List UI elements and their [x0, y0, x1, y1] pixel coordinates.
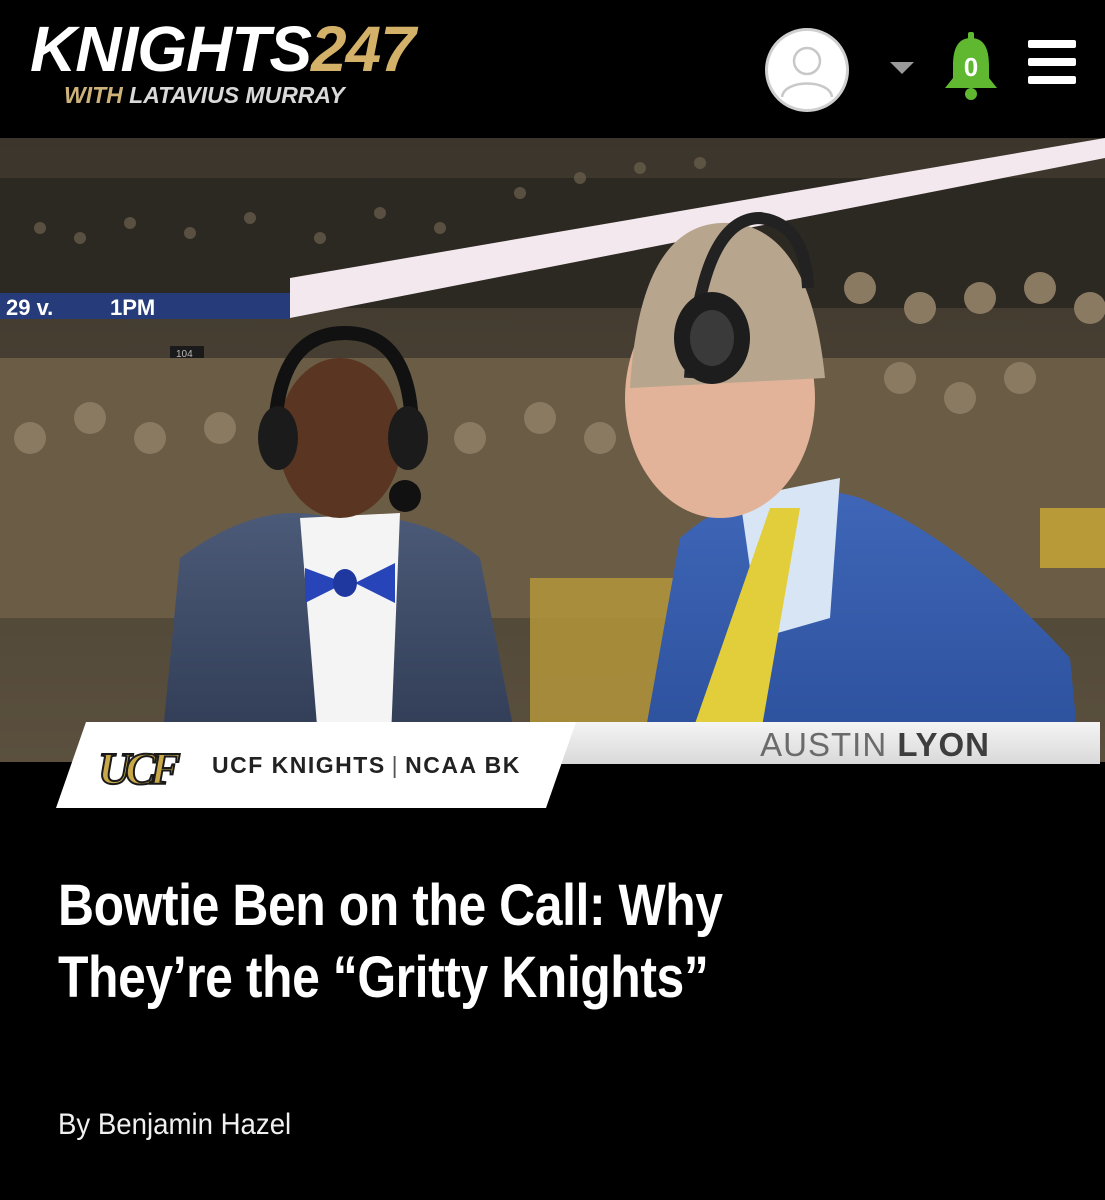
brand-number: 247 — [311, 13, 416, 85]
lower-third-last: LYON — [897, 726, 990, 763]
caret-down-icon[interactable] — [890, 62, 914, 74]
category-label[interactable]: UCF KNIGHTS | NCAA BK — [212, 752, 521, 779]
category-separator: | — [391, 752, 400, 778]
article-byline[interactable]: By Benjamin Hazel — [58, 1108, 291, 1142]
article-title: Bowtie Ben on the Call: Why They’re the … — [58, 870, 1004, 1014]
notification-count: 0 — [963, 52, 979, 82]
brand-partner: LATAVIUS MURRAY — [129, 82, 345, 108]
svg-text:UCF: UCF — [98, 743, 180, 794]
hamburger-menu-icon[interactable] — [1028, 40, 1076, 84]
category-sport[interactable]: NCAA BK — [405, 752, 521, 778]
site-logo[interactable]: KNIGHTS247 WITH LATAVIUS MURRAY — [30, 14, 550, 114]
article-title-line-2: They’re the “Gritty Knights” — [58, 945, 709, 1010]
brand-wordmark: KNIGHTS247 — [30, 13, 416, 85]
scoreboard-time: 1PM — [110, 295, 155, 320]
ucf-logo-icon: UCF — [97, 742, 187, 795]
brand-with: WITH — [64, 82, 123, 108]
scoreboard-text: 29 v. — [6, 295, 53, 320]
notifications-button[interactable]: 0 — [940, 30, 1002, 102]
user-avatar-icon[interactable] — [765, 28, 849, 112]
hero-image: 29 v. 1PM 104 — [0, 138, 1105, 762]
lower-third-text: AUSTIN LYON — [760, 726, 990, 764]
site-header: KNIGHTS247 WITH LATAVIUS MURRAY 0 — [0, 0, 1105, 138]
brand-tagline: WITH LATAVIUS MURRAY — [64, 82, 345, 108]
lower-third-first: AUSTIN — [760, 726, 888, 763]
lower-third-nameplate: AUSTIN LYON — [560, 722, 1100, 764]
category-team[interactable]: UCF KNIGHTS — [212, 752, 386, 778]
article-title-line-1: Bowtie Ben on the Call: Why — [58, 873, 723, 938]
brand-name: KNIGHTS — [30, 13, 312, 85]
